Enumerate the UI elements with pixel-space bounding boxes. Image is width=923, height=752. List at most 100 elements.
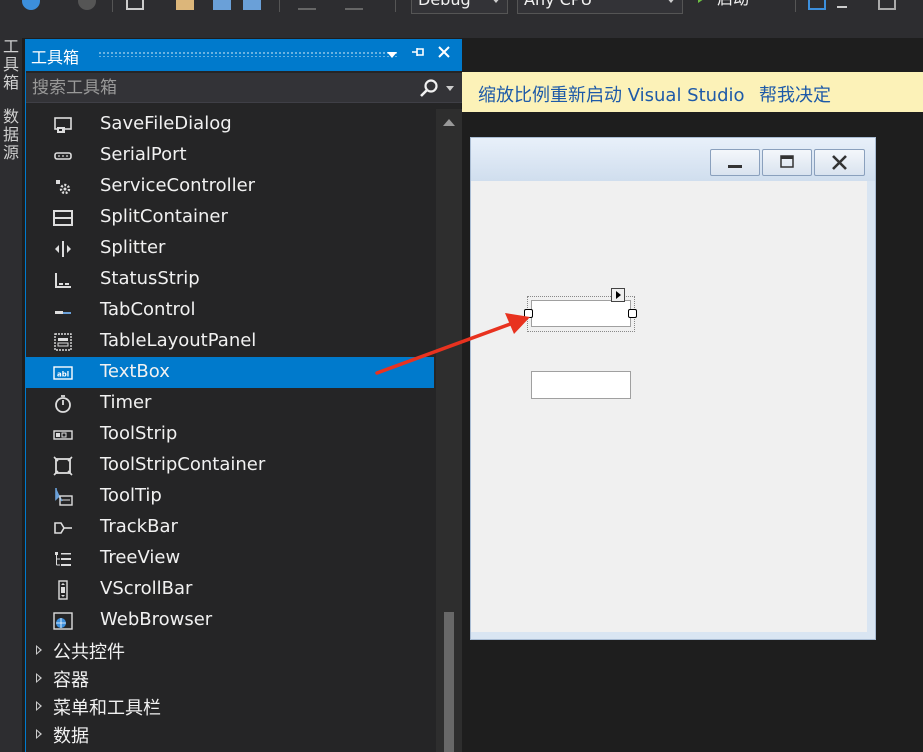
- toolbox-item-tablelayoutpanel[interactable]: TableLayoutPanel: [26, 326, 434, 357]
- form-close-button[interactable]: [814, 149, 865, 176]
- window-position-button[interactable]: [382, 44, 402, 64]
- toolbox-item-list: SaveFileDialog SerialPort ServiceControl…: [26, 109, 434, 636]
- redo-icon[interactable]: [345, 0, 363, 10]
- selected-textbox-control[interactable]: [531, 300, 631, 327]
- breakpoint-icon[interactable]: [878, 0, 896, 10]
- toolbox-group-common-controls[interactable]: 公共控件: [26, 636, 434, 664]
- close-icon: [832, 155, 847, 170]
- toolbox-item-label: Splitter: [100, 237, 166, 258]
- split-container-icon: [53, 210, 73, 226]
- toolbox-item-label: TabControl: [100, 299, 196, 320]
- toolbox-item-textbox[interactable]: abl TextBox: [26, 357, 434, 388]
- scrollbar-thumb[interactable]: [444, 612, 454, 752]
- chevron-down-icon: [491, 0, 501, 3]
- toolbox-item-toolstrip[interactable]: ToolStrip: [26, 419, 434, 450]
- svg-text:abl: abl: [57, 371, 69, 379]
- toolbox-group-label: 容器: [53, 670, 89, 691]
- pin-button[interactable]: [408, 44, 428, 64]
- restart-scaling-link[interactable]: 缩放比例重新启动 Visual Studio: [478, 81, 745, 107]
- treeview-icon: [55, 552, 71, 566]
- toolbox-item-timer[interactable]: Timer: [26, 388, 434, 419]
- toolbox-item-statusstrip[interactable]: StatusStrip: [26, 264, 434, 295]
- toolbar-overflow-icon[interactable]: [837, 6, 847, 8]
- save-all-icon[interactable]: [243, 0, 261, 10]
- toolbox-item-label: WebBrowser: [100, 609, 213, 630]
- toolbox-item-vscrollbar[interactable]: VScrollBar: [26, 574, 434, 605]
- toolbox-item-tooltip[interactable]: ToolTip: [26, 481, 434, 512]
- toolbox-item-splitter[interactable]: Splitter: [26, 233, 434, 264]
- help-me-decide-link[interactable]: 帮我决定: [759, 81, 831, 107]
- toolbox-group-label: 公共控件: [53, 642, 125, 663]
- tab-control-icon: [55, 311, 71, 314]
- toolbox-group-data[interactable]: 数据: [26, 720, 434, 748]
- smart-tag-glyph[interactable]: [611, 288, 625, 302]
- close-button[interactable]: [434, 44, 454, 64]
- toolbox-item-trackbar[interactable]: TrackBar: [26, 512, 434, 543]
- minimize-icon: [728, 165, 742, 168]
- tab-toolbox[interactable]: 工具箱: [2, 38, 20, 92]
- toolbox-item-splitcontainer[interactable]: SplitContainer: [26, 202, 434, 233]
- toolbox-item-savefiledialog[interactable]: SaveFileDialog: [26, 109, 434, 140]
- toolbar-separator: [795, 0, 796, 12]
- toolbox-item-label: ToolStripContainer: [100, 454, 266, 475]
- chevron-down-icon: [387, 52, 397, 58]
- toolbox-item-label: SplitContainer: [100, 206, 228, 227]
- toolbox-item-label: Timer: [100, 392, 152, 413]
- scroll-up-icon[interactable]: [443, 119, 455, 126]
- toolbox-item-label: VScrollBar: [100, 578, 193, 599]
- toolbar-separator: [279, 0, 280, 12]
- maximize-icon: [780, 155, 794, 168]
- search-icon[interactable]: [419, 78, 439, 98]
- form-client-area[interactable]: [471, 181, 867, 632]
- toolbox-item-servicecontroller[interactable]: ServiceController: [26, 171, 434, 202]
- textbox-control[interactable]: [531, 371, 631, 399]
- trackbar-icon: [54, 522, 72, 534]
- toolbox-search-input[interactable]: [32, 76, 412, 100]
- textbox-icon: abl: [53, 366, 73, 380]
- toolbox-item-treeview[interactable]: TreeView: [26, 543, 434, 574]
- chevron-down-icon: [666, 0, 676, 3]
- gear-icon: [56, 180, 71, 195]
- open-folder-icon[interactable]: [176, 0, 194, 10]
- toolstrip-icon: [53, 430, 73, 440]
- toolbox-item-label: ToolStrip: [100, 423, 178, 444]
- start-debugging-button[interactable]: 启动: [698, 0, 749, 14]
- platform-dropdown[interactable]: Any CPU: [517, 0, 683, 14]
- start-label: 启动: [717, 0, 749, 8]
- new-project-icon[interactable]: [126, 0, 144, 10]
- attach-icon[interactable]: [808, 0, 826, 10]
- toolbox-scrollbar[interactable]: [436, 109, 462, 752]
- save-icon[interactable]: [213, 0, 231, 10]
- toolbox-item-label: SerialPort: [100, 144, 187, 165]
- search-options-dropdown-icon[interactable]: [446, 86, 454, 91]
- toolbox-item-label: SaveFileDialog: [100, 113, 232, 134]
- serial-port-icon: [54, 152, 72, 160]
- tab-data-sources-label: 数据源: [2, 107, 19, 162]
- tab-data-sources[interactable]: 数据源: [2, 108, 20, 162]
- toolbox-item-label: ToolTip: [100, 485, 162, 506]
- toolbox-item-label: TreeView: [100, 547, 181, 568]
- expand-arrow-icon: [36, 729, 42, 739]
- tooltip-icon: [55, 488, 73, 506]
- toolbox-item-label: ServiceController: [100, 175, 256, 196]
- toolbox-group-menus-toolbars[interactable]: 菜单和工具栏: [26, 692, 434, 720]
- navigate-forward-icon[interactable]: [78, 0, 96, 10]
- toolbox-group-label: 菜单和工具栏: [53, 698, 161, 719]
- main-toolbar: Debug Any CPU 启动: [0, 0, 923, 38]
- undo-icon[interactable]: [298, 0, 316, 10]
- configuration-dropdown[interactable]: Debug: [411, 0, 508, 14]
- toolbox-group-containers[interactable]: 容器: [26, 664, 434, 692]
- toolbox-item-serialport[interactable]: SerialPort: [26, 140, 434, 171]
- minimize-button[interactable]: [710, 149, 760, 176]
- resize-handle-left[interactable]: [524, 309, 533, 318]
- drag-grip[interactable]: [98, 51, 398, 57]
- toolbox-item-tabcontrol[interactable]: TabControl: [26, 295, 434, 326]
- resize-handle-right[interactable]: [628, 309, 637, 318]
- table-layout-icon: [54, 333, 72, 351]
- maximize-button[interactable]: [762, 149, 812, 176]
- toolbox-item-toolstripcontainer[interactable]: ToolStripContainer: [26, 450, 434, 481]
- toolbox-panel: 工具箱 SaveFileDialog SerialPort ServiceCon…: [25, 39, 462, 752]
- toolbox-title: 工具箱: [31, 48, 80, 67]
- navigate-back-icon[interactable]: [22, 0, 40, 10]
- toolbox-item-webbrowser[interactable]: WebBrowser: [26, 605, 434, 636]
